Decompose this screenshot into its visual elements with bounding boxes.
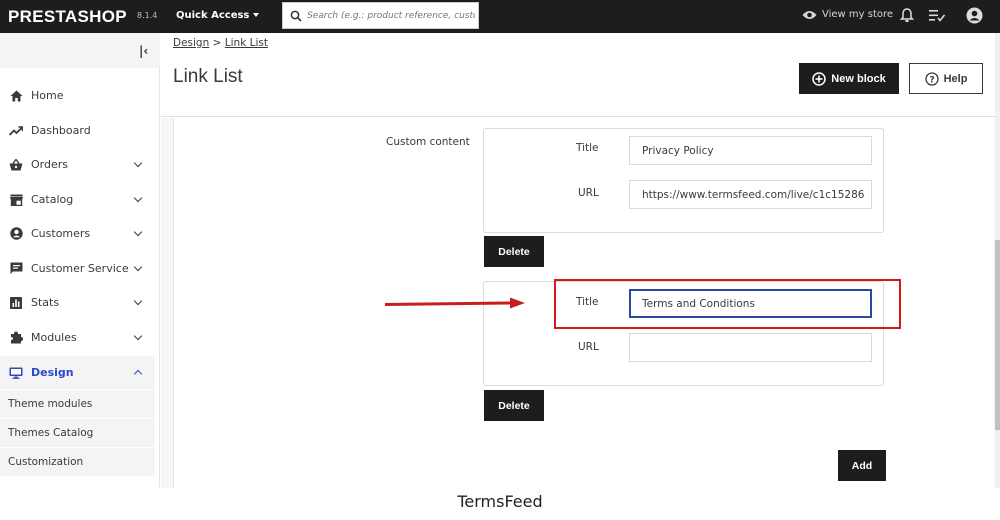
- breadcrumb-design-link[interactable]: Design: [173, 37, 209, 49]
- plus-circle-icon: [812, 71, 827, 86]
- breadcrumb: Design > Link List: [173, 37, 268, 49]
- highlight-box: [554, 279, 901, 329]
- custom-content-label: Custom content: [386, 136, 470, 148]
- tasks-icon[interactable]: [929, 9, 945, 22]
- sidebar-item-home[interactable]: Home: [0, 79, 160, 112]
- svg-text:?: ?: [929, 75, 934, 85]
- trending-up-icon: [9, 124, 23, 138]
- search-box[interactable]: [282, 2, 479, 29]
- sidebar-item-design[interactable]: Design: [0, 356, 155, 389]
- prestashop-logo[interactable]: PRESTASHOP: [8, 7, 127, 27]
- sidebar-item-stats[interactable]: Stats: [0, 286, 160, 319]
- new-block-label: New block: [831, 72, 886, 85]
- view-store-link[interactable]: View my store: [802, 9, 893, 20]
- chevron-down-icon: [133, 296, 143, 306]
- bell-icon[interactable]: [900, 8, 914, 23]
- home-icon: [9, 89, 23, 103]
- sidebar-item-label: Design: [31, 366, 74, 379]
- footer-caption: TermsFeed: [0, 488, 1000, 520]
- help-button[interactable]: ? Help: [909, 63, 983, 94]
- sidebar-item-label: Modules: [31, 331, 77, 344]
- sidebar-subitem-themes-catalog[interactable]: Themes Catalog: [0, 419, 155, 447]
- sidebar-item-label: Orders: [31, 158, 68, 171]
- collapse-chevron-icon[interactable]: |‹: [139, 44, 148, 58]
- sidebar-item-catalog[interactable]: Catalog: [0, 183, 160, 216]
- sidebar-item-label: Home: [31, 89, 64, 102]
- title-label: Title: [576, 142, 599, 154]
- sidebar-collapse-bar: |‹: [0, 33, 160, 68]
- version-label: 8.1.4: [137, 11, 158, 20]
- desktop-icon: [9, 366, 23, 380]
- delete-button[interactable]: Delete: [484, 236, 544, 267]
- chevron-down-icon: [133, 158, 143, 168]
- view-store-label: View my store: [822, 9, 894, 20]
- chevron-down-icon: [133, 193, 143, 203]
- sidebar-item-label: Dashboard: [31, 124, 91, 137]
- account-circle-icon: [9, 227, 23, 241]
- quick-access-button[interactable]: Quick Access: [176, 10, 260, 21]
- chevron-down-icon: [133, 227, 143, 237]
- title-input[interactable]: [629, 136, 872, 165]
- basket-icon: [9, 158, 23, 172]
- new-block-button[interactable]: New block: [799, 63, 899, 94]
- sidebar-item-dashboard[interactable]: Dashboard: [0, 114, 160, 147]
- page-header: Design > Link List Link List New block ?…: [161, 33, 995, 117]
- chat-icon: [9, 262, 23, 276]
- quick-access-label: Quick Access: [176, 10, 250, 21]
- store-icon: [9, 193, 23, 207]
- top-bar: PRESTASHOP 8.1.4 Quick Access View my st…: [0, 0, 1000, 33]
- chevron-down-icon: [133, 331, 143, 341]
- sidebar: |‹ Home Dashboard Orders Catalog Custome…: [0, 33, 160, 488]
- sidebar-item-label: Catalog: [31, 193, 74, 206]
- help-label: Help: [943, 72, 968, 85]
- caret-down-icon: [253, 13, 260, 17]
- chevron-down-icon: [133, 262, 143, 272]
- sidebar-item-label: Stats: [31, 296, 60, 309]
- sidebar-item-label: Customer Service: [31, 262, 129, 275]
- scrollbar-thumb[interactable]: [995, 240, 1000, 430]
- sidebar-item-customer-service[interactable]: Customer Service: [0, 252, 160, 285]
- page-title: Link List: [173, 66, 243, 87]
- url-input[interactable]: [629, 333, 872, 362]
- custom-link-block: Title URL: [483, 128, 884, 233]
- page-scrollbar[interactable]: [995, 33, 1000, 488]
- url-input[interactable]: [629, 180, 872, 209]
- bar-chart-icon: [9, 296, 23, 310]
- help-circle-icon: ?: [924, 71, 939, 86]
- eye-icon: [802, 10, 817, 19]
- breadcrumb-separator: >: [212, 37, 222, 49]
- sidebar-item-customers[interactable]: Customers: [0, 217, 160, 250]
- sidebar-subitem-customization[interactable]: Customization: [0, 448, 155, 476]
- search-input[interactable]: [307, 7, 475, 25]
- sidebar-item-orders[interactable]: Orders: [0, 148, 160, 181]
- chevron-up-icon: [133, 369, 143, 379]
- breadcrumb-link-list-link[interactable]: Link List: [225, 37, 268, 49]
- sidebar-item-label: Customers: [31, 227, 91, 240]
- search-icon: [290, 10, 302, 22]
- add-button[interactable]: Add: [838, 450, 886, 481]
- puzzle-icon: [9, 331, 23, 345]
- account-icon[interactable]: [966, 7, 983, 24]
- sidebar-subitem-theme-modules[interactable]: Theme modules: [0, 390, 155, 418]
- url-label: URL: [578, 187, 599, 199]
- sidebar-item-modules[interactable]: Modules: [0, 321, 160, 354]
- url-label: URL: [578, 341, 599, 353]
- delete-button[interactable]: Delete: [484, 390, 544, 421]
- red-arrow-icon: [384, 297, 525, 309]
